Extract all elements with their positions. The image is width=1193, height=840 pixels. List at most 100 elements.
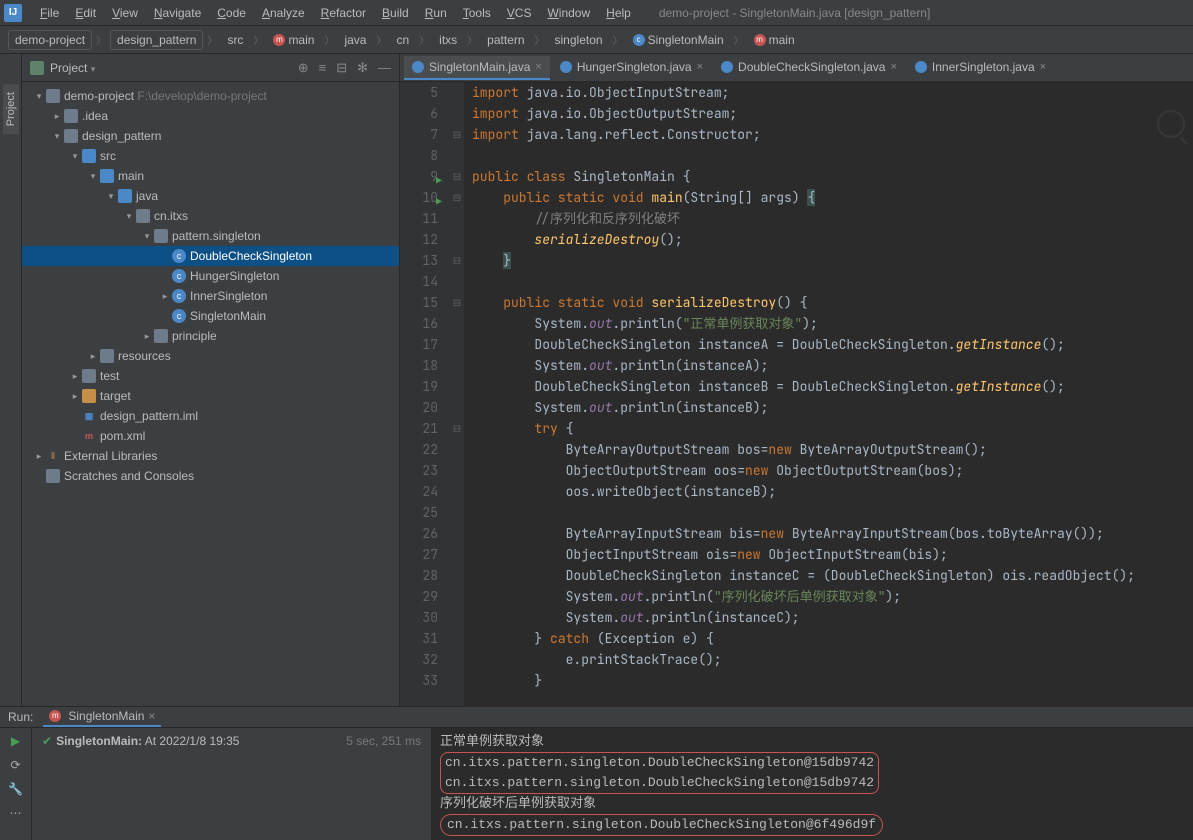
crumb-main[interactable]: mmain [267,31,320,49]
menu-run[interactable]: Run [417,2,455,24]
menu-build[interactable]: Build [374,2,417,24]
folder-icon [46,89,60,103]
tree-arrow-icon[interactable]: ▾ [122,211,136,222]
lib-icon: ⫴ [46,449,60,463]
folder-icon [82,369,96,383]
editor-body[interactable]: 5678▶9▶101112131415161718192021222324252… [400,82,1193,706]
tree-arrow-icon[interactable]: ▸ [140,331,154,342]
expand-all-icon[interactable]: ≡ [319,60,327,76]
menu-help[interactable]: Help [598,2,639,24]
tree-arrow-icon[interactable]: ▸ [158,291,172,302]
editor-tab-DoubleCheckSingleton[interactable]: DoubleCheckSingleton.java× [713,56,905,80]
folder-icon [64,109,78,123]
line-gutter[interactable]: 5678▶9▶101112131415161718192021222324252… [400,82,450,706]
settings-icon[interactable]: ✻ [357,60,368,76]
crumb-SingletonMain[interactable]: cSingletonMain [627,31,730,49]
menu-analyze[interactable]: Analyze [254,2,313,24]
tree-arrow-icon[interactable]: ▸ [68,391,82,402]
project-view-selector[interactable]: Project ▾ [50,61,298,75]
run-config-tab[interactable]: m SingletonMain × [43,707,161,727]
project-tree[interactable]: ▾demo-project F:\develop\demo-project▸.i… [22,82,399,706]
tree-item-scratches-and-consoles[interactable]: Scratches and Consoles [22,466,399,486]
crumb-itxs[interactable]: itxs [433,31,463,49]
crumb-main[interactable]: mmain [748,31,801,49]
run-gutter-icon[interactable]: ▶ [436,191,442,212]
menu-file[interactable]: File [32,2,67,24]
wrench-icon[interactable]: 🔧 [8,782,23,796]
java-class-icon [560,61,572,73]
editor-tab-HungerSingleton[interactable]: HungerSingleton.java× [552,56,711,80]
menu-code[interactable]: Code [209,2,254,24]
left-tool-rail: Project [0,54,22,706]
console-highlight-box: cn.itxs.pattern.singleton.DoubleCheckSin… [440,752,879,794]
crumb-src[interactable]: src [221,31,249,49]
tree-arrow-icon[interactable]: ▾ [32,91,46,102]
editor-tab-SingletonMain[interactable]: SingletonMain.java× [404,56,550,80]
tree-arrow-icon[interactable]: ▸ [50,111,64,122]
menu-edit[interactable]: Edit [67,2,104,24]
crumb-singleton[interactable]: singleton [549,31,609,49]
tree-item-test[interactable]: ▸test [22,366,399,386]
tree-item-hungersingleton[interactable]: cHungerSingleton [22,266,399,286]
more-icon[interactable]: ⋯ [10,806,22,820]
rerun-icon[interactable]: ▶ [11,734,20,748]
tree-arrow-icon[interactable]: ▸ [68,371,82,382]
collapse-all-icon[interactable]: ⊟ [336,60,347,76]
tree-item-external-libraries[interactable]: ▸⫴External Libraries [22,446,399,466]
crumb-pattern[interactable]: pattern [481,31,530,49]
stop-icon[interactable]: ⟳ [10,758,20,772]
close-icon[interactable]: × [890,61,896,73]
tree-arrow-icon[interactable]: ▾ [104,191,118,202]
menu-window[interactable]: Window [539,2,598,24]
fold-gutter[interactable]: ⊟⊟⊟⊟⊟⊟ [450,82,464,706]
tree-item-java[interactable]: ▾java [22,186,399,206]
class-icon: c [172,249,186,263]
rail-project-tab[interactable]: Project [3,84,19,134]
menu-vcs[interactable]: VCS [499,2,540,24]
editor-tab-InnerSingleton[interactable]: InnerSingleton.java× [907,56,1054,80]
folder-icon [154,329,168,343]
tree-item-design_pattern-iml[interactable]: ▦design_pattern.iml [22,406,399,426]
code-area[interactable]: import java.io.ObjectInputStream;import … [464,82,1193,706]
tree-item-design_pattern[interactable]: ▾design_pattern [22,126,399,146]
tree-arrow-icon[interactable]: ▾ [50,131,64,142]
run-console[interactable]: 正常单例获取对象cn.itxs.pattern.singleton.Double… [432,728,1193,840]
close-icon[interactable]: × [1040,61,1046,73]
close-icon[interactable]: × [148,709,155,723]
tree-item-principle[interactable]: ▸principle [22,326,399,346]
tree-arrow-icon[interactable]: ▾ [140,231,154,242]
tree-item-target[interactable]: ▸target [22,386,399,406]
tree-item-cn-itxs[interactable]: ▾cn.itxs [22,206,399,226]
tree-item-src[interactable]: ▾src [22,146,399,166]
close-icon[interactable]: × [697,61,703,73]
tree-item-demo-project[interactable]: ▾demo-project F:\develop\demo-project [22,86,399,106]
tree-arrow-icon[interactable]: ▸ [86,351,100,362]
tree-item-singletonmain[interactable]: cSingletonMain [22,306,399,326]
select-opened-icon[interactable]: ⊕ [298,60,309,76]
tree-item--idea[interactable]: ▸.idea [22,106,399,126]
tool-window-icon [30,61,44,75]
tree-item-main[interactable]: ▾main [22,166,399,186]
crumb-cn[interactable]: cn [390,31,415,49]
tree-arrow-icon[interactable]: ▾ [86,171,100,182]
close-icon[interactable]: × [535,61,541,73]
menu-tools[interactable]: Tools [455,2,499,24]
project-header: Project ▾ ⊕ ≡ ⊟ ✻ — [22,54,399,82]
crumb-design_pattern[interactable]: design_pattern [110,30,203,50]
crumb-demo-project[interactable]: demo-project [8,30,92,50]
hide-icon[interactable]: — [378,60,391,76]
menu-refactor[interactable]: Refactor [313,2,374,24]
menu-navigate[interactable]: Navigate [146,2,209,24]
tree-item-resources[interactable]: ▸resources [22,346,399,366]
folder-src-icon [118,189,132,203]
tree-item-doublechecksingleton[interactable]: cDoubleCheckSingleton [22,246,399,266]
tree-item-pattern-singleton[interactable]: ▾pattern.singleton [22,226,399,246]
run-gutter-icon[interactable]: ▶ [436,170,442,191]
tree-item-pom-xml[interactable]: mpom.xml [22,426,399,446]
tree-item-innersingleton[interactable]: ▸cInnerSingleton [22,286,399,306]
tree-arrow-icon[interactable]: ▸ [32,451,46,462]
crumb-java[interactable]: java [338,31,372,49]
tree-arrow-icon[interactable]: ▾ [68,151,82,162]
class-icon: c [172,309,186,323]
menu-view[interactable]: View [104,2,146,24]
